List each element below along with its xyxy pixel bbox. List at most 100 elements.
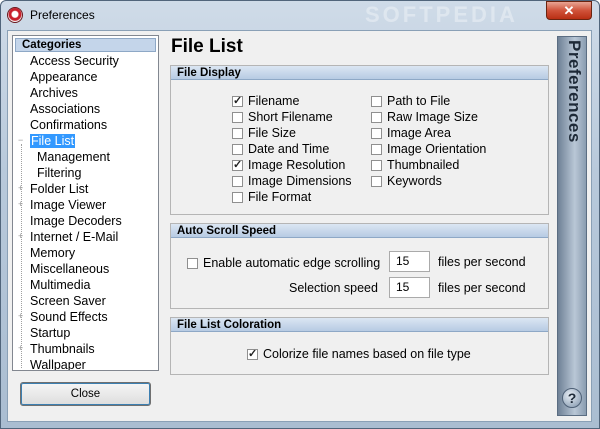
sidebar-item-label: Image Viewer <box>30 198 107 212</box>
edge-scroll-checkbox[interactable] <box>187 258 198 269</box>
option-checkbox[interactable] <box>232 112 243 123</box>
option-checkbox[interactable] <box>232 94 243 108</box>
title-bar[interactable]: Preferences SOFTPEDIA ✕ <box>0 0 600 30</box>
option-label: Image Orientation <box>387 142 487 156</box>
option-checkbox[interactable] <box>232 128 243 139</box>
collapse-icon[interactable]: − <box>18 135 26 145</box>
option-checkbox[interactable] <box>371 160 382 171</box>
categories-tree[interactable]: Categories Access Security Appearance Arch… <box>12 35 159 371</box>
sidebar-item-label: Memory <box>30 246 76 260</box>
option-checkbox[interactable] <box>232 192 243 203</box>
app-icon <box>7 7 23 23</box>
option-label: File Format <box>248 190 312 204</box>
file-display-option[interactable]: Raw Image Size <box>371 110 478 124</box>
file-display-option[interactable]: Filename <box>232 94 299 108</box>
tree-guide-line <box>21 144 22 368</box>
sidebar-item-label: File List <box>30 134 76 148</box>
sidebar-item[interactable]: Thumbnails <box>30 342 95 357</box>
expand-icon[interactable]: + <box>18 183 26 193</box>
sidebar-item-label: Startup <box>30 326 71 340</box>
sidebar-item-label: Sound Effects <box>30 310 108 324</box>
sidebar-item[interactable]: Image Decoders <box>30 214 122 229</box>
option-label: Thumbnailed <box>387 158 460 172</box>
watermark: SOFTPEDIA <box>365 2 518 27</box>
sidebar-item-label: Filtering <box>37 166 82 180</box>
file-display-option[interactable]: Image Area <box>371 126 451 140</box>
option-checkbox[interactable] <box>371 176 382 187</box>
close-button[interactable]: Close <box>20 382 151 406</box>
selection-speed-unit: files per second <box>438 281 526 295</box>
sidebar-item[interactable]: Management <box>37 150 110 165</box>
expand-icon[interactable]: + <box>18 231 26 241</box>
sidebar-item-label: Confirmations <box>30 118 108 132</box>
colorize-checkbox[interactable] <box>247 347 258 361</box>
file-display-option[interactable]: Image Orientation <box>371 142 486 156</box>
window-close-button[interactable]: ✕ <box>546 1 592 20</box>
close-icon: ✕ <box>563 3 575 18</box>
edge-scroll-row[interactable]: Enable automatic edge scrolling <box>187 256 380 270</box>
sidebar-item[interactable]: Memory <box>30 246 75 261</box>
file-display-option[interactable]: Short Filename <box>232 110 333 124</box>
file-display-header: File Display <box>171 66 548 80</box>
option-checkbox[interactable] <box>232 176 243 187</box>
sidebar-item[interactable]: Associations <box>30 102 100 117</box>
option-label: Date and Time <box>248 142 330 156</box>
file-display-option[interactable]: File Size <box>232 126 296 140</box>
sidebar-item[interactable]: Filtering <box>37 166 81 181</box>
option-label: Image Area <box>387 126 451 140</box>
sidebar-item[interactable]: Screen Saver <box>30 294 106 309</box>
file-display-option[interactable]: Image Resolution <box>232 158 345 172</box>
sidebar-item[interactable]: Miscellaneous <box>30 262 109 277</box>
sidebar-item-label: Internet / E-Mail <box>30 230 119 244</box>
expand-icon[interactable]: + <box>18 311 26 321</box>
selection-speed-input[interactable]: 15 <box>389 277 430 298</box>
colorize-row[interactable]: Colorize file names based on file type <box>247 347 471 361</box>
auto-scroll-header: Auto Scroll Speed <box>171 224 548 238</box>
sidebar-item[interactable]: Internet / E-Mail <box>30 230 118 245</box>
sidebar-item-label: Folder List <box>30 182 89 196</box>
option-checkbox[interactable] <box>232 158 243 172</box>
option-checkbox[interactable] <box>371 112 382 123</box>
sidebar-item[interactable]: Multimedia <box>30 278 90 293</box>
option-label: File Size <box>248 126 296 140</box>
option-label: Keywords <box>387 174 442 188</box>
option-checkbox[interactable] <box>371 144 382 155</box>
banner-title: Preferences <box>565 40 584 143</box>
sidebar-item[interactable]: Folder List <box>30 182 88 197</box>
help-icon[interactable]: ? <box>562 388 582 408</box>
sidebar-item-label: Miscellaneous <box>30 262 110 276</box>
edge-scroll-speed-input[interactable]: 15 <box>389 251 430 272</box>
file-display-option[interactable]: Keywords <box>371 174 442 188</box>
selection-speed-label: Selection speed <box>289 281 378 295</box>
sidebar-item-label: Wallpaper <box>30 358 86 371</box>
sidebar-item[interactable]: Access Security <box>30 54 119 69</box>
file-display-option[interactable]: File Format <box>232 190 311 204</box>
sidebar-item[interactable]: Wallpaper <box>30 358 86 371</box>
file-display-option[interactable]: Thumbnailed <box>371 158 459 172</box>
option-label: Raw Image Size <box>387 110 479 124</box>
option-checkbox[interactable] <box>371 128 382 139</box>
option-label: Image Dimensions <box>248 174 352 188</box>
sidebar-item-label: Management <box>37 150 110 164</box>
sidebar-item[interactable]: Confirmations <box>30 118 107 133</box>
option-label: Image Resolution <box>248 158 346 172</box>
option-checkbox[interactable] <box>232 144 243 155</box>
colorize-label: Colorize file names based on file type <box>263 347 471 361</box>
sidebar-item-label: Archives <box>30 86 78 100</box>
file-display-option[interactable]: Date and Time <box>232 142 329 156</box>
file-display-option[interactable]: Path to File <box>371 94 450 108</box>
option-label: Path to File <box>387 94 451 108</box>
sidebar-item-label: Image Decoders <box>30 214 122 228</box>
expand-icon[interactable]: + <box>18 199 26 209</box>
file-display-option[interactable]: Image Dimensions <box>232 174 352 188</box>
edge-scroll-unit: files per second <box>438 255 526 269</box>
expand-icon[interactable]: + <box>18 343 26 353</box>
sidebar-item[interactable]: Archives <box>30 86 78 101</box>
sidebar-item-label: Multimedia <box>30 278 91 292</box>
option-checkbox[interactable] <box>371 96 382 107</box>
sidebar-item[interactable]: Startup <box>30 326 70 341</box>
sidebar-item[interactable]: Image Viewer <box>30 198 106 213</box>
sidebar-item[interactable]: Sound Effects <box>30 310 108 325</box>
sidebar-item[interactable]: File List <box>30 134 76 149</box>
sidebar-item[interactable]: Appearance <box>30 70 97 85</box>
